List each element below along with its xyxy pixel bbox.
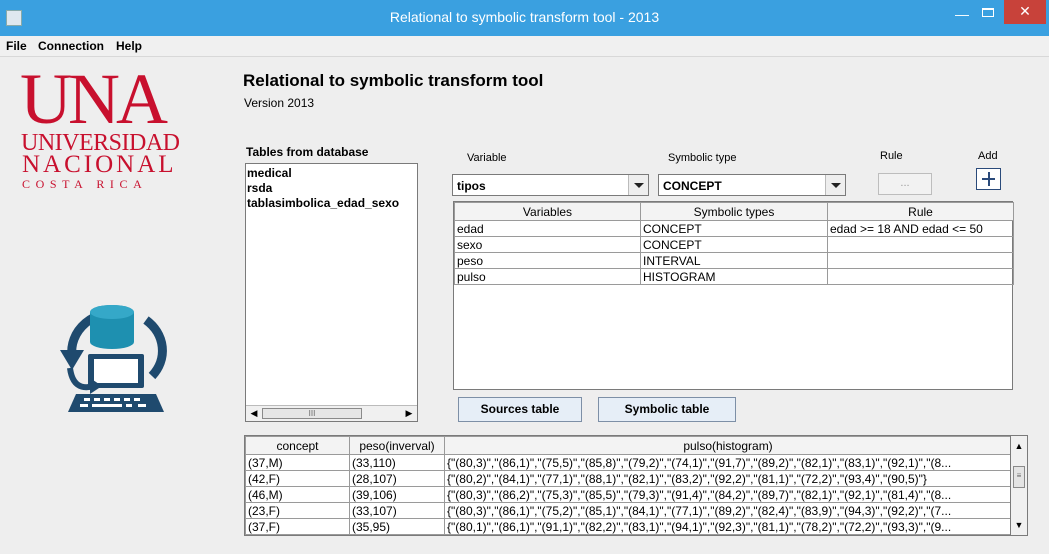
table-row[interactable]: (46,M) (39,106) {"(80,3)","(86,2)","(75,3)…: [245, 486, 1012, 503]
database-transform-icon: [60, 305, 167, 412]
table-cell: (35,95): [349, 518, 445, 535]
table-row[interactable]: (42,M)(25,109){"(86,2)","(75,1)","(85,10…: [245, 534, 1012, 535]
table-cell: (23,F): [245, 502, 350, 519]
table-cell: HISTOGRAM: [640, 268, 828, 285]
table-cell: (42,F): [245, 470, 350, 487]
table-cell: edad: [454, 220, 641, 237]
symbolic-type-label: Symbolic type: [668, 152, 737, 164]
table-row[interactable]: (37,F) (35,95) {"(80,1)","(86,1)","(91,1)"…: [245, 518, 1012, 535]
table-row[interactable]: sexo CONCEPT: [454, 236, 1014, 253]
table-cell: (28,107): [349, 470, 445, 487]
table-cell: (37,F): [245, 518, 350, 535]
page-title: Relational to symbolic transform tool: [243, 71, 544, 90]
scroll-right-icon[interactable]: ▶: [402, 407, 416, 420]
menu-connection[interactable]: Connection: [38, 39, 104, 53]
table-cell: CONCEPT: [640, 236, 828, 253]
table-cell: edad >= 18 AND edad <= 50: [827, 220, 1014, 237]
list-item[interactable]: rsda: [247, 181, 272, 195]
add-label: Add: [978, 150, 998, 162]
scroll-down-icon[interactable]: ▼: [1014, 520, 1024, 530]
table-cell: INTERVAL: [640, 252, 828, 269]
vertical-scrollbar[interactable]: ▲ ≡ ▼: [1010, 435, 1028, 536]
column-header-concept[interactable]: concept: [245, 436, 350, 455]
scroll-left-icon[interactable]: ◀: [247, 407, 261, 420]
table-cell: sexo: [454, 236, 641, 253]
tables-label: Tables from database: [246, 145, 369, 159]
menu-file[interactable]: File: [6, 39, 27, 53]
minimize-button[interactable]: —: [952, 7, 972, 24]
title-bar: Relational to symbolic transform tool - …: [0, 0, 1049, 36]
table-row[interactable]: (23,F) (33,107) {"(80,3)","(86,1)","(75,2)…: [245, 502, 1012, 519]
maximize-button[interactable]: [978, 6, 998, 22]
list-item[interactable]: tablasimbolica_edad_sexo: [247, 196, 399, 210]
table-cell: [827, 252, 1014, 269]
table-row[interactable]: edad CONCEPT edad >= 18 AND edad <= 50: [454, 220, 1014, 237]
scroll-up-icon[interactable]: ▲: [1014, 441, 1024, 451]
logo-nacional: NACIONAL: [22, 151, 177, 178]
add-icon[interactable]: [976, 168, 1001, 190]
chevron-down-icon[interactable]: [825, 175, 845, 195]
column-header-pulso[interactable]: pulso(histogram): [444, 436, 1012, 455]
symbolic-type-select[interactable]: CONCEPT: [658, 174, 846, 196]
table-cell: peso: [454, 252, 641, 269]
column-header-variables[interactable]: Variables: [454, 202, 641, 221]
table-cell: {"(80,3)","(86,1)","(75,2)","(85,1)","(8…: [444, 502, 1012, 519]
table-row[interactable]: pulso HISTOGRAM: [454, 268, 1014, 285]
column-header-symbolic-types[interactable]: Symbolic types: [640, 202, 828, 221]
symbolic-table-button[interactable]: Symbolic table: [598, 397, 736, 422]
table-cell: (37,M): [245, 454, 350, 471]
table-row[interactable]: peso INTERVAL: [454, 252, 1014, 269]
variable-select[interactable]: tipos: [452, 174, 649, 196]
version-label: Version 2013: [244, 96, 315, 110]
table-row[interactable]: (42,F) (28,107) {"(80,2)","(84,1)","(77,1)…: [245, 470, 1012, 487]
table-cell: {"(80,3)","(86,2)","(75,3)","(85,5)","(7…: [444, 486, 1012, 503]
symbolic-type-value: CONCEPT: [663, 179, 722, 193]
symbolic-data-table[interactable]: concept peso(inverval) pulso(histogram) …: [244, 435, 1028, 536]
variable-select-value: tipos: [457, 179, 486, 193]
table-cell: [827, 236, 1014, 253]
variable-label: Variable: [467, 152, 507, 164]
column-header-peso[interactable]: peso(inverval): [349, 436, 445, 455]
menu-bar: File Connection Help: [0, 36, 1049, 57]
close-button[interactable]: ✕: [1004, 0, 1046, 24]
variables-table[interactable]: Variables Symbolic types Rule edad CONCE…: [453, 201, 1014, 390]
table-cell: {"(80,3)","(86,1)","(75,5)","(85,8)","(7…: [444, 454, 1012, 471]
rule-label: Rule: [880, 150, 903, 162]
horizontal-scrollbar[interactable]: ◀ III ▶: [246, 405, 417, 421]
table-row[interactable]: (37,M) (33,110) {"(80,3)","(86,1)","(75,5)…: [245, 454, 1012, 471]
menu-help[interactable]: Help: [116, 39, 142, 53]
table-cell: (39,106): [349, 486, 445, 503]
tables-list[interactable]: medical rsda tablasimbolica_edad_sexo ◀ …: [245, 163, 418, 422]
rule-button[interactable]: ...: [878, 173, 932, 195]
table-cell: (46,M): [245, 486, 350, 503]
table-cell: (33,110): [349, 454, 445, 471]
table-cell: {"(80,1)","(86,1)","(91,1)","(82,2)","(8…: [444, 518, 1012, 535]
scroll-thumb[interactable]: ≡: [1013, 466, 1025, 488]
list-item[interactable]: medical: [247, 166, 292, 180]
table-cell: (42,M): [245, 534, 350, 535]
table-cell: (25,109): [349, 534, 445, 535]
table-cell: (33,107): [349, 502, 445, 519]
column-header-rule[interactable]: Rule: [827, 202, 1014, 221]
table-cell: CONCEPT: [640, 220, 828, 237]
table-cell: {"(80,2)","(84,1)","(77,1)","(88,1)","(8…: [444, 470, 1012, 487]
chevron-down-icon[interactable]: [628, 175, 648, 195]
table-cell: {"(86,2)","(75,1)","(85,10)","(79,3)","(…: [444, 534, 1012, 535]
window-title: Relational to symbolic transform tool - …: [389, 9, 660, 25]
maximize-icon: [982, 8, 994, 17]
table-cell: pulso: [454, 268, 641, 285]
una-logo-text: UNA: [20, 59, 168, 139]
logo-costa-rica: COSTA RICA: [22, 177, 148, 191]
scroll-thumb[interactable]: III: [262, 408, 362, 419]
sources-table-button[interactable]: Sources table: [458, 397, 582, 422]
table-cell: [827, 268, 1014, 285]
